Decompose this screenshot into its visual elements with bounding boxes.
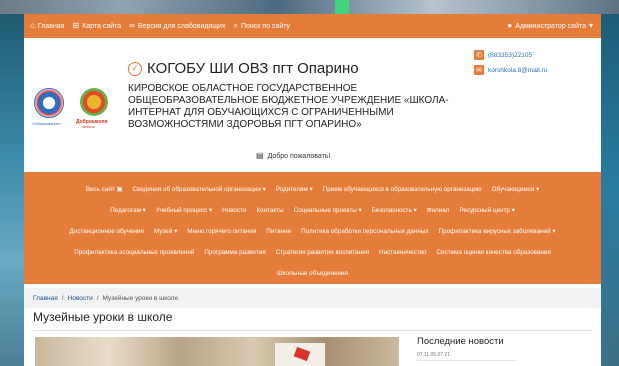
topbar-sitemap-label: Карта сайта xyxy=(82,22,122,30)
topbar-home-label: Главная xyxy=(37,22,65,30)
topbar-search-label: Поиск по сайту xyxy=(240,22,291,30)
divider xyxy=(33,330,593,331)
article-photo[interactable] xyxy=(35,337,399,366)
nav-item-upbringing-strategy[interactable]: Стратегия развития воспитания xyxy=(276,249,369,256)
site-title[interactable]: ✓ КОГОБУ ШИ ОВЗ пгт Опарино xyxy=(128,60,359,77)
nav-item-development-program[interactable]: Программа развития xyxy=(204,249,265,256)
latest-news-heading: Последние новости xyxy=(417,336,504,347)
dobroshkola-logo-subcaption: Мебель xyxy=(82,125,95,129)
sitemap-icon: ⊞ xyxy=(72,21,80,30)
organization-name: КИРОВСКОЕ ОБЛАСТНОЕ ГОСУДАРСТВЕННОЕ ОБЩЕ… xyxy=(128,83,449,130)
user-icon: ● xyxy=(507,21,513,30)
breadcrumb-separator: / xyxy=(96,294,99,302)
topbar-home-link[interactable]: ⌂ Главная xyxy=(30,22,65,30)
breadcrumb: Главная / Новости / Музейные уроки в шко… xyxy=(24,288,601,308)
nav-item-whole-site[interactable]: Весь сайт ▣ xyxy=(86,186,123,193)
nav-item-teachers[interactable]: Педагогам ▾ xyxy=(110,207,146,214)
mail-icon: ✉ xyxy=(474,65,484,75)
breadcrumb-separator: / xyxy=(61,294,64,302)
main-navigation: Весь сайт ▣ Сведения об образовательной … xyxy=(24,172,601,284)
page-title: Музейные уроки в школе xyxy=(33,310,173,324)
site-title-text: КОГОБУ ШИ ОВЗ пгт Опарино xyxy=(147,60,359,77)
education-logo[interactable] xyxy=(34,88,64,118)
nav-item-students[interactable]: Обучающимся ▾ xyxy=(492,186,540,193)
nav-item-admission[interactable]: Прием обучающихся в образовательную орга… xyxy=(323,186,482,193)
nav-item-quality-assessment[interactable]: Система оценки качества образования xyxy=(437,249,551,256)
topbar-accessibility-link[interactable]: ∞ Версия для слабовидящих xyxy=(129,22,225,30)
topbar-search-link[interactable]: ⌕ Поиск по сайту xyxy=(233,22,290,30)
nav-item-school-associations[interactable]: Школьные объединения xyxy=(277,270,348,277)
nav-item-contacts[interactable]: Контакты xyxy=(256,207,283,214)
flag-icon: ▤ xyxy=(256,151,264,160)
dobroshkola-logo[interactable] xyxy=(80,88,108,116)
nav-item-safety[interactable]: Безопасность ▾ xyxy=(372,207,417,214)
home-icon: ⌂ xyxy=(30,21,35,30)
admin-label: Администратор сайта xyxy=(515,22,586,30)
background-photo-top xyxy=(0,0,619,14)
check-circle-icon: ✓ xyxy=(128,61,142,76)
nav-item-about-org[interactable]: Сведения об образовательной организации … xyxy=(132,186,265,193)
nav-item-distance-learning[interactable]: Дистанционное обучение xyxy=(70,228,144,235)
background-green-square xyxy=(335,0,349,14)
nav-item-resource-center[interactable]: Ресурсный центр ▾ xyxy=(459,207,514,214)
latest-news-date: 07.11 05.07.21 xyxy=(417,352,450,358)
nav-item-privacy-policy[interactable]: Политика обработки персональных данных xyxy=(301,228,428,235)
phone-number: (883353)22105 xyxy=(488,51,533,59)
welcome-message: ▤ Добро пожаловать! xyxy=(256,152,330,160)
breadcrumb-home[interactable]: Главная xyxy=(33,295,58,302)
nav-item-social-projects[interactable]: Социальные проекты ▾ xyxy=(294,207,362,214)
email-row: ✉ korshkola.8@mail.ru xyxy=(474,65,547,75)
nav-item-educational-process[interactable]: Учебный процесс ▾ xyxy=(156,207,212,214)
breadcrumb-current: Музейные уроки в школе xyxy=(102,294,179,302)
nav-line-5: Школьные объединения xyxy=(24,263,601,284)
nav-line-4: Профилактика асоциальных проявлений Прог… xyxy=(24,242,601,263)
email-link[interactable]: korshkola.8@mail.ru xyxy=(488,67,547,74)
admin-menu[interactable]: ● Администратор сайта ▾ xyxy=(507,22,593,30)
nav-item-hot-meal-menu[interactable]: Меню горячего питания xyxy=(187,228,256,235)
content-card: «Образование» Доброшкола Мебель ✓ КОГОБУ… xyxy=(24,38,601,366)
background-photo-right xyxy=(601,14,619,366)
nav-line-2: Педагогам ▾ Учебный процесс ▾ Новости Ко… xyxy=(24,200,601,221)
nav-item-virus-prevention[interactable]: Профилактика вирусных заболеваний ▾ xyxy=(439,228,556,235)
nav-item-branch[interactable]: Филиал xyxy=(427,207,450,214)
topbar-sitemap-link[interactable]: ⊞ Карта сайта xyxy=(73,22,122,30)
top-bar: ⌂ Главная ⊞ Карта сайта ∞ Версия для сла… xyxy=(24,14,601,38)
topbar-accessibility-label: Версия для слабовидящих xyxy=(137,22,226,30)
nav-item-museum[interactable]: Музей ▾ xyxy=(154,228,177,235)
phone-icon: ✆ xyxy=(474,50,484,60)
nav-item-nutrition[interactable]: Питание xyxy=(266,228,291,235)
nav-line-1: Весь сайт ▣ Сведения об образовательной … xyxy=(24,179,601,200)
chevron-down-icon: ▾ xyxy=(588,21,593,30)
welcome-text: Добро пожаловать! xyxy=(267,152,331,160)
background-photo-left xyxy=(0,14,24,366)
nav-item-mentoring[interactable]: Наставничество xyxy=(379,249,426,256)
search-icon: ⌕ xyxy=(233,21,238,30)
contacts-block: ✆ (883353)22105 ✉ korshkola.8@mail.ru xyxy=(474,50,547,80)
education-logo-caption: «Образование» xyxy=(32,121,62,126)
divider xyxy=(417,360,517,361)
glasses-icon: ∞ xyxy=(129,21,135,30)
nav-line-3: Дистанционное обучение Музей ▾ Меню горя… xyxy=(24,221,601,242)
nav-item-asocial-prevention[interactable]: Профилактика асоциальных проявлений xyxy=(74,249,194,256)
phone-row: ✆ (883353)22105 xyxy=(474,50,547,60)
nav-item-news[interactable]: Новости xyxy=(222,207,246,214)
nav-item-parents[interactable]: Родителям ▾ xyxy=(276,186,313,193)
breadcrumb-news[interactable]: Новости xyxy=(68,295,93,302)
site-header: «Образование» Доброшкола Мебель ✓ КОГОБУ… xyxy=(24,38,601,172)
